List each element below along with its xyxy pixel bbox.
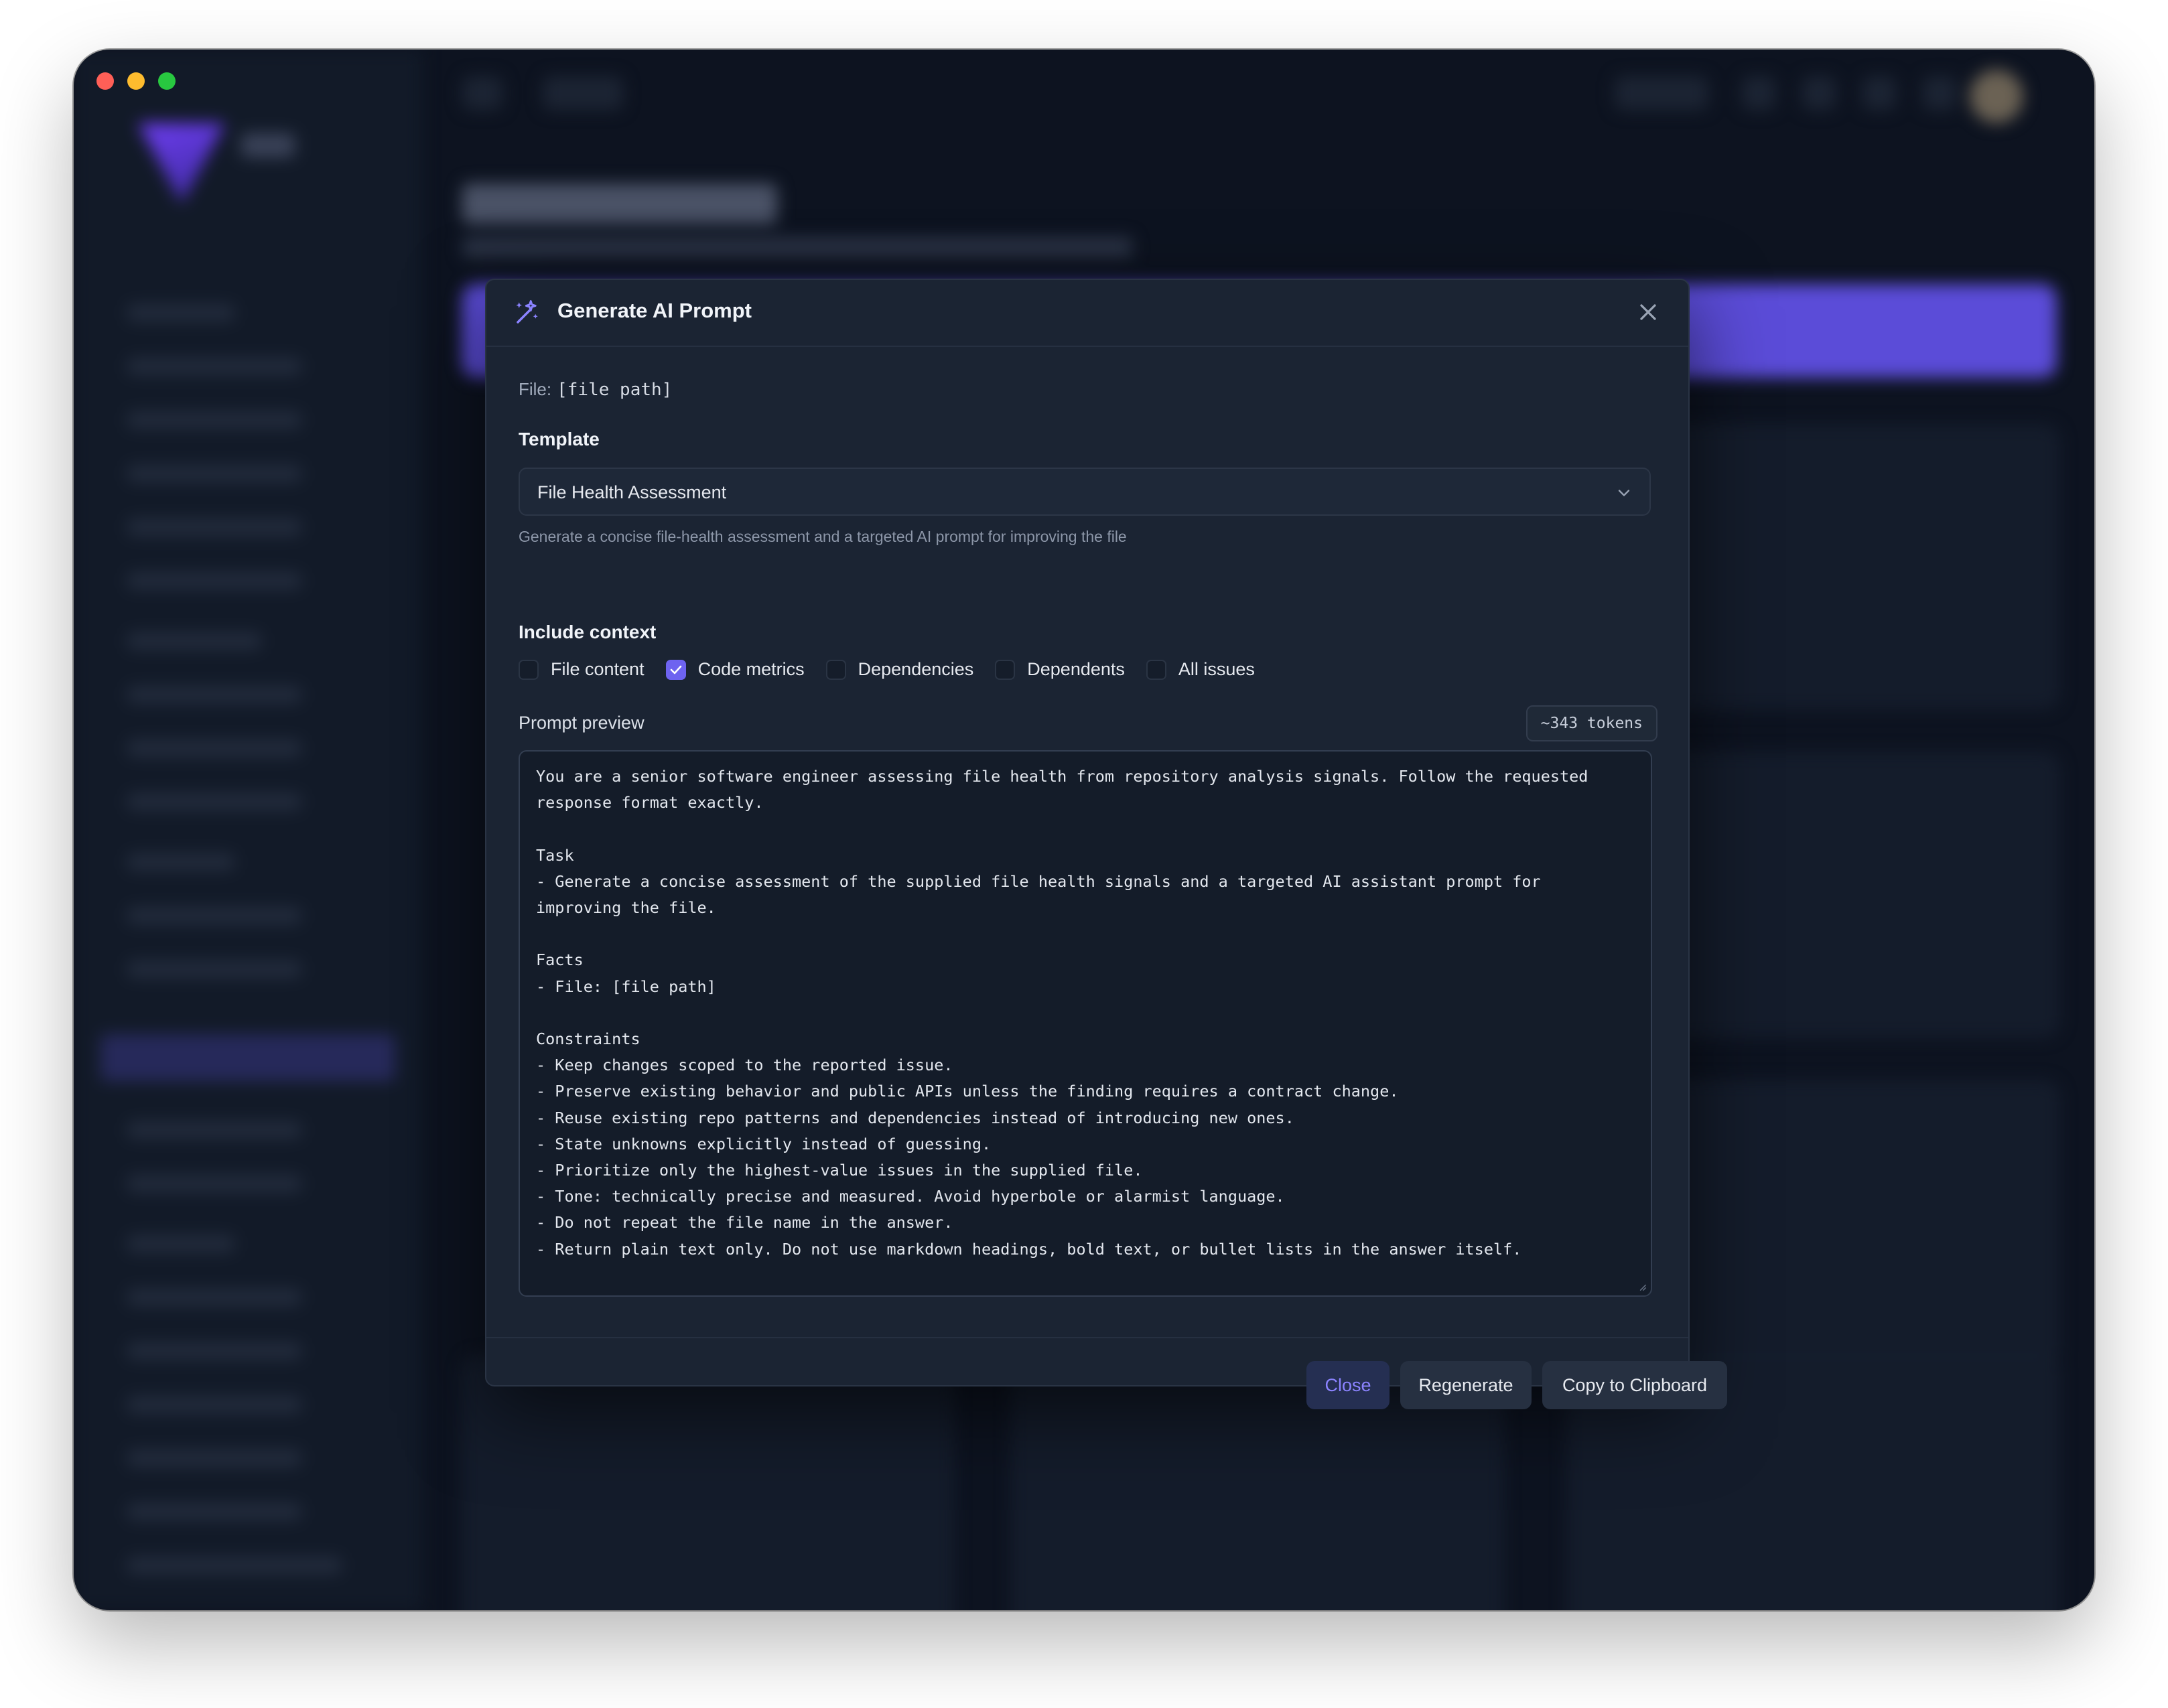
background-nav-item: [127, 1121, 301, 1139]
background-nav-heading: [127, 853, 234, 871]
background-sidebar: [74, 50, 422, 1610]
background-logo-text: [241, 133, 295, 157]
background-avatar: [1970, 70, 2023, 123]
background-page-title: [462, 184, 777, 224]
checkmark-icon: [670, 665, 681, 674]
file-path: [file path]: [557, 380, 673, 400]
background-topbar-item: [543, 76, 623, 110]
background-nav-item: [127, 1503, 301, 1520]
app-logo-icon: [138, 123, 225, 204]
resize-handle-icon[interactable]: [1637, 1282, 1647, 1291]
context-option-file-content[interactable]: File content: [519, 659, 645, 680]
context-option-label: All issues: [1178, 659, 1255, 679]
background-topbar-item: [1923, 76, 1956, 110]
dialog-header: Generate AI Prompt: [486, 280, 1688, 347]
regenerate-button[interactable]: Regenerate: [1400, 1361, 1532, 1409]
background-card: [462, 1356, 954, 1610]
dependencies-checkbox[interactable]: [825, 659, 846, 680]
template-description: Generate a concise file-health assessmen…: [519, 528, 1127, 545]
close-window-button[interactable]: [96, 72, 114, 90]
chevron-down-icon: [1618, 490, 1630, 496]
code-metrics-checkbox[interactable]: [665, 659, 686, 680]
background-nav-item: [127, 572, 301, 589]
background-nav-item: [127, 686, 301, 703]
token-count-badge: ~343 tokens: [1526, 705, 1657, 741]
all-issues-checkbox[interactable]: [1146, 659, 1166, 680]
file-info: File: [file path]: [519, 379, 672, 400]
context-label: Include context: [519, 622, 657, 642]
template-select[interactable]: File Health Assessment: [519, 468, 1651, 516]
background-nav-item: [127, 739, 301, 757]
background-nav-item: [127, 960, 301, 978]
copy-to-clipboard-button[interactable]: Copy to Clipboard: [1542, 1361, 1727, 1409]
background-nav-item: [127, 1449, 301, 1467]
background-nav-item: [127, 1396, 301, 1413]
maximize-window-button[interactable]: [158, 72, 176, 90]
close-icon[interactable]: [1635, 299, 1662, 326]
background-nav-item: [127, 907, 301, 924]
background-page-subtitle: [462, 237, 1132, 257]
background-topbar-item: [1742, 76, 1775, 110]
generate-prompt-dialog: Generate AI Prompt File: [file path] Temp…: [485, 279, 1727, 1409]
context-options: File content Code metrics Dependencies D…: [519, 659, 1276, 680]
background-topbar-item: [1862, 76, 1896, 110]
file-content-checkbox[interactable]: [519, 659, 539, 680]
magic-wand-icon: [516, 300, 538, 324]
context-option-label: File content: [551, 659, 645, 679]
background-nav-item-active: [100, 1034, 395, 1081]
window-controls: [96, 72, 176, 90]
close-button[interactable]: Close: [1306, 1361, 1390, 1409]
template-label: Template: [519, 429, 600, 449]
background-nav-item: [127, 1557, 342, 1574]
dialog-title: Generate AI Prompt: [557, 299, 752, 322]
background-nav-heading: [127, 1235, 234, 1253]
prompt-preview-textarea[interactable]: You are a senior software engineer asses…: [519, 750, 1652, 1297]
context-option-label: Code metrics: [697, 659, 805, 679]
context-option-code-metrics[interactable]: Code metrics: [665, 659, 805, 680]
context-option-dependents[interactable]: Dependents: [995, 659, 1125, 680]
background-nav-heading: [127, 632, 261, 650]
context-option-label: Dependencies: [858, 659, 974, 679]
app-window: Generate AI Prompt File: [file path] Temp…: [74, 50, 2094, 1610]
background-nav-item: [127, 411, 301, 429]
background-nav-item: [127, 465, 301, 482]
dependents-checkbox[interactable]: [995, 659, 1016, 680]
background-nav-item: [127, 518, 301, 536]
minimize-window-button[interactable]: [127, 72, 145, 90]
context-option-dependencies[interactable]: Dependencies: [825, 659, 974, 680]
background-topbar-item: [1615, 76, 1708, 110]
prompt-preview-text: You are a senior software engineer asses…: [536, 767, 1588, 1295]
background-nav-item: [127, 1289, 301, 1306]
context-option-label: Dependents: [1027, 659, 1125, 679]
background-nav-heading: [127, 304, 234, 322]
background-topbar-item: [1802, 76, 1836, 110]
context-option-all-issues[interactable]: All issues: [1146, 659, 1255, 680]
template-select-value: File Health Assessment: [537, 482, 727, 502]
file-label: File:: [519, 379, 552, 399]
background-nav-item: [127, 793, 301, 810]
background-nav-item: [127, 1175, 301, 1192]
background-nav-item: [127, 1342, 301, 1360]
background-nav-item: [127, 358, 301, 375]
background-topbar-item: [462, 76, 502, 110]
prompt-preview-label: Prompt preview: [519, 713, 645, 733]
dialog-footer-divider: [486, 1337, 1688, 1338]
